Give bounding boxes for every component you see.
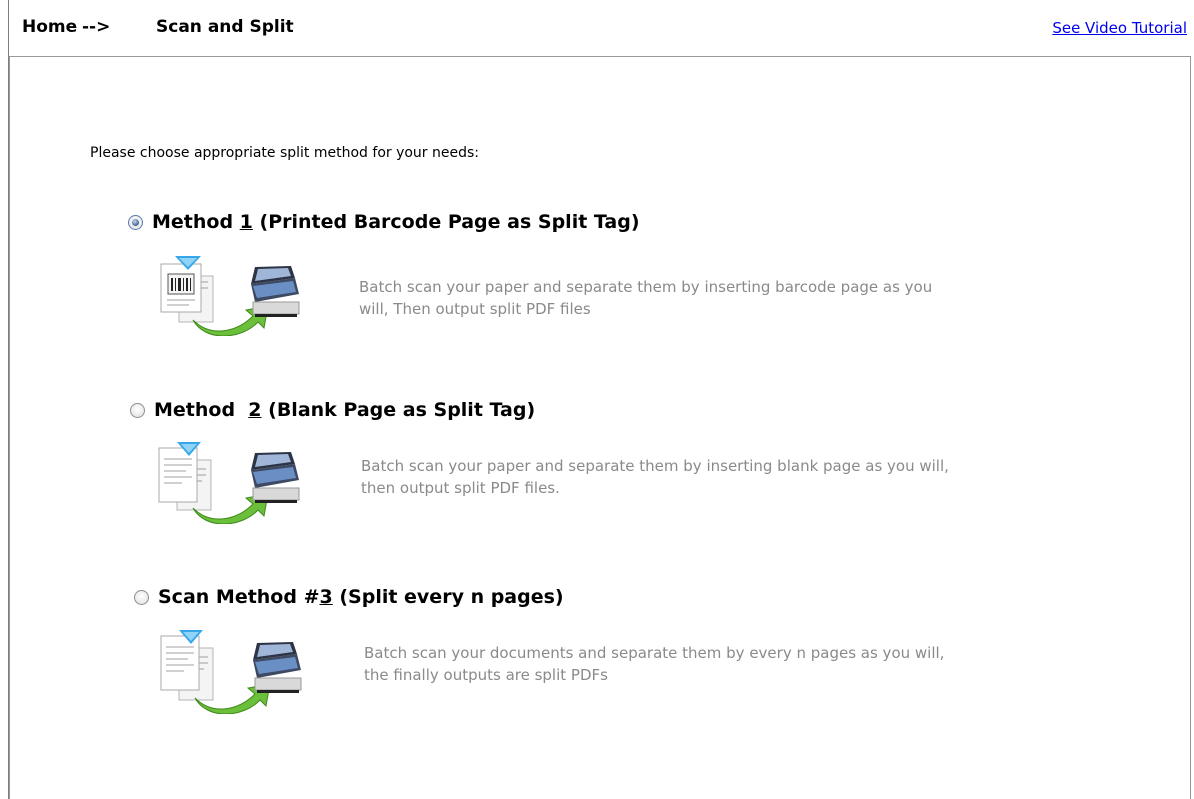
method-2-title[interactable]: Method 2 (Blank Page as Split Tag): [154, 399, 535, 421]
method-1-title-suffix: (Printed Barcode Page as Split Tag): [252, 211, 640, 233]
method-2-desc-line2: then output split PDF files.: [361, 479, 560, 497]
breadcrumb-home[interactable]: Home: [22, 17, 77, 37]
method-2-title-suffix: (Blank Page as Split Tag): [261, 399, 536, 421]
method-2-desc-line1: Batch scan your paper and separate them …: [361, 457, 949, 475]
method-1-title-prefix: Method: [152, 211, 240, 233]
method-1-desc-line1: Batch scan your paper and separate them …: [359, 278, 933, 296]
method-3-title[interactable]: Scan Method #3 (Split every n pages): [158, 586, 564, 608]
method-2-hotkey: 2: [248, 399, 262, 421]
method-1-description: Batch scan your paper and separate them …: [359, 276, 932, 320]
method-3-description: Batch scan your documents and separate t…: [364, 642, 944, 686]
method-3-title-prefix: Scan Method #: [158, 586, 320, 608]
method-2-radio[interactable]: [130, 402, 145, 418]
see-video-tutorial-link[interactable]: See Video Tutorial: [1052, 19, 1187, 37]
method-3-option[interactable]: Scan Method #3 (Split every n pages): [134, 586, 564, 608]
method-1-hotkey: 1: [239, 211, 253, 233]
method-1-radio[interactable]: [128, 214, 143, 230]
method-2-description: Batch scan your paper and separate them …: [361, 455, 949, 499]
every-n-pages-scanner-icon: [160, 630, 302, 714]
method-2-option[interactable]: Method 2 (Blank Page as Split Tag): [130, 399, 535, 421]
method-3-hotkey: 3: [319, 586, 333, 608]
method-1-option[interactable]: Method 1 (Printed Barcode Page as Split …: [128, 211, 640, 233]
header-bar: Home --> Scan and Split See Video Tutori…: [9, 0, 1194, 56]
method-3-desc-line2: the finally outputs are split PDFs: [364, 666, 608, 684]
scan-and-split-page: Home --> Scan and Split See Video Tutori…: [0, 0, 1194, 799]
radio-selected-dot: [132, 218, 139, 226]
method-3-desc-line1: Batch scan your documents and separate t…: [364, 644, 945, 662]
method-1-desc-line2: will, Then output split PDF files: [359, 300, 591, 318]
blank-page-scanner-icon: [158, 442, 300, 524]
breadcrumb-separator: -->: [82, 17, 111, 37]
method-3-title-suffix: (Split every n pages): [332, 586, 564, 608]
barcode-page-scanner-icon: [160, 256, 300, 336]
method-2-title-prefix: Method: [154, 399, 249, 421]
instructions-text: Please choose appropriate split method f…: [90, 145, 480, 161]
breadcrumb-current: Scan and Split: [156, 17, 294, 37]
method-1-title[interactable]: Method 1 (Printed Barcode Page as Split …: [152, 211, 640, 233]
method-3-radio[interactable]: [134, 589, 149, 605]
